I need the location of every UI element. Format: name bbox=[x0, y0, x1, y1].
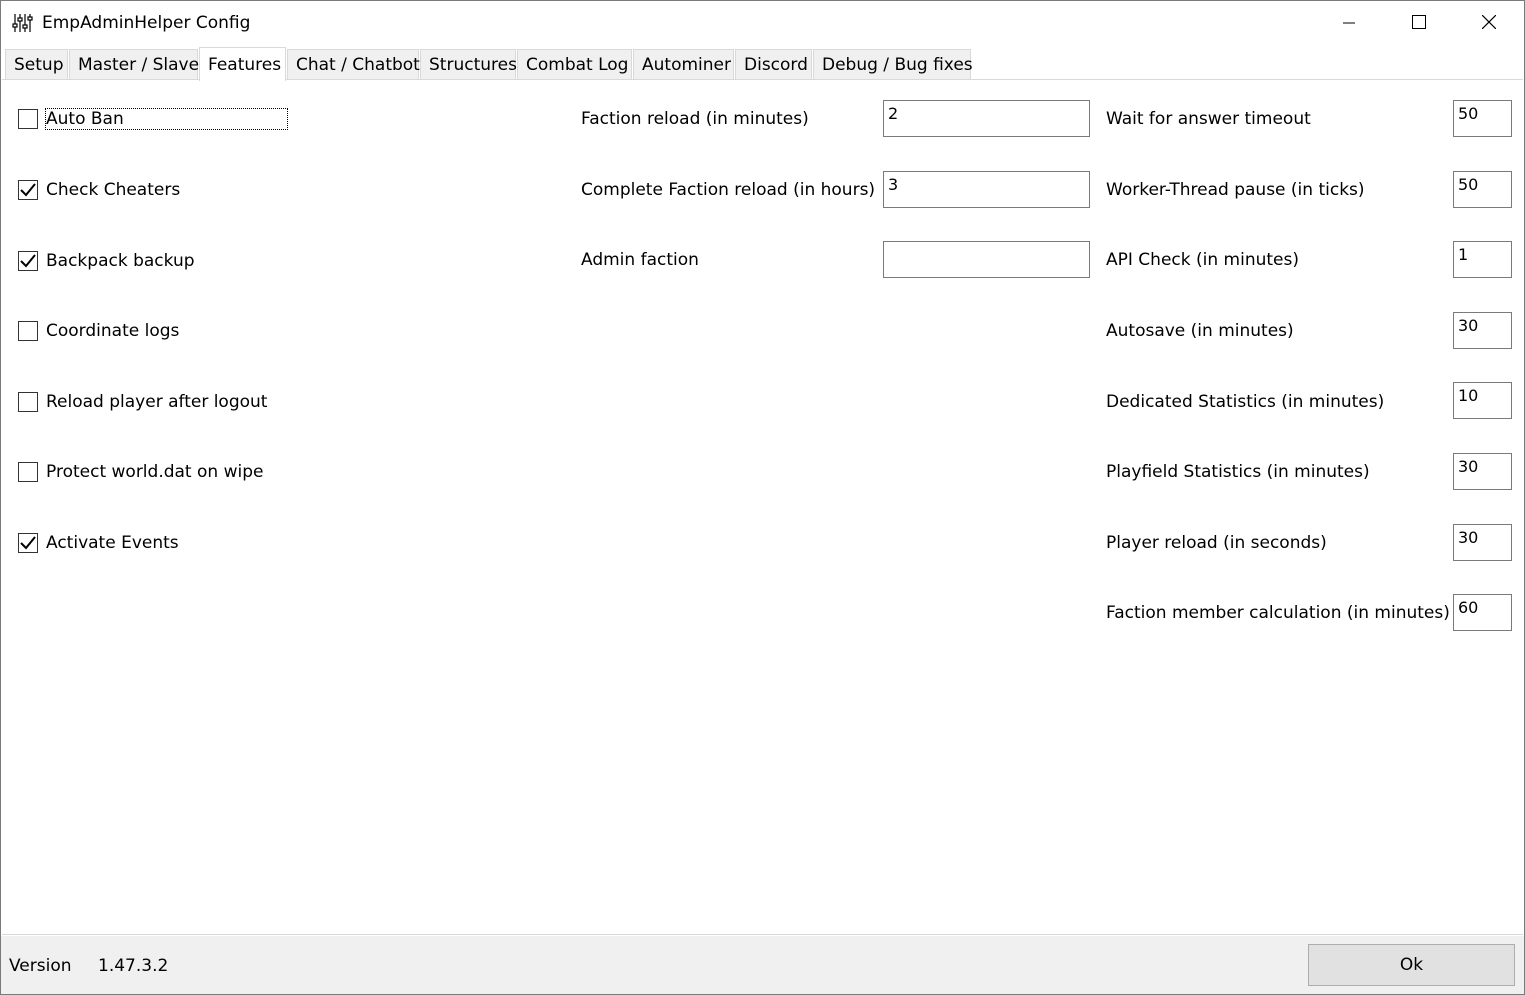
autosave-label: Autosave (in minutes) bbox=[1106, 321, 1294, 341]
title-bar: EmpAdminHelper Config bbox=[1, 1, 1524, 46]
footer-bar: Version 1.47.3.2 Ok bbox=[1, 936, 1524, 994]
dedicated-statistics-input[interactable]: 10 bbox=[1453, 382, 1512, 419]
tab-setup[interactable]: Setup bbox=[5, 49, 68, 80]
activate-events-label: Activate Events bbox=[46, 533, 179, 553]
faction-reload-input[interactable]: 2 bbox=[883, 100, 1090, 137]
checkbox-box[interactable] bbox=[18, 392, 38, 412]
check-cheaters-checkbox[interactable]: Check Cheaters bbox=[18, 178, 180, 202]
player-reload-input[interactable]: 30 bbox=[1453, 524, 1512, 561]
checkbox-box[interactable] bbox=[18, 251, 38, 271]
close-button[interactable] bbox=[1454, 1, 1524, 46]
tab-structures[interactable]: Structures bbox=[420, 49, 517, 80]
auto-ban-label: Auto Ban bbox=[45, 108, 288, 130]
autosave-input[interactable]: 30 bbox=[1453, 312, 1512, 349]
version-label: Version bbox=[9, 956, 72, 976]
wait-for-answer-timeout-input[interactable]: 50 bbox=[1453, 100, 1512, 137]
tab-debug-bug-fixes[interactable]: Debug / Bug fixes bbox=[813, 49, 973, 80]
config-window: EmpAdminHelper Config Setup Master / Sla… bbox=[0, 0, 1525, 995]
close-icon bbox=[1481, 14, 1497, 34]
player-reload-label: Player reload (in seconds) bbox=[1106, 533, 1327, 553]
checkmark-icon bbox=[20, 254, 36, 268]
window-title: EmpAdminHelper Config bbox=[42, 13, 251, 33]
checkbox-box[interactable] bbox=[18, 462, 38, 482]
checkbox-box[interactable] bbox=[18, 180, 38, 200]
faction-reload-label: Faction reload (in minutes) bbox=[581, 109, 809, 129]
backpack-backup-checkbox[interactable]: Backpack backup bbox=[18, 249, 195, 273]
check-cheaters-label: Check Cheaters bbox=[46, 180, 181, 200]
maximize-button[interactable] bbox=[1384, 1, 1454, 46]
playfield-statistics-label: Playfield Statistics (in minutes) bbox=[1106, 462, 1370, 482]
version-value: 1.47.3.2 bbox=[98, 956, 169, 976]
sliders-icon bbox=[12, 13, 36, 33]
admin-faction-label: Admin faction bbox=[581, 250, 699, 270]
activate-events-checkbox[interactable]: Activate Events bbox=[18, 531, 179, 555]
api-check-input[interactable]: 1 bbox=[1453, 241, 1512, 278]
minimize-button[interactable] bbox=[1314, 1, 1384, 46]
features-panel: Auto Ban Check Cheaters Backpack backup … bbox=[2, 79, 1523, 935]
checkmark-icon bbox=[20, 536, 36, 550]
faction-member-calculation-label: Faction member calculation (in minutes) bbox=[1106, 603, 1450, 623]
checkbox-box[interactable] bbox=[18, 321, 38, 341]
dedicated-statistics-label: Dedicated Statistics (in minutes) bbox=[1106, 392, 1385, 412]
tab-chat-chatbot[interactable]: Chat / Chatbot bbox=[287, 49, 420, 80]
minimize-icon bbox=[1343, 14, 1355, 34]
worker-thread-pause-label: Worker-Thread pause (in ticks) bbox=[1106, 180, 1365, 200]
complete-faction-reload-label: Complete Faction reload (in hours) bbox=[581, 180, 876, 200]
tab-combat-log[interactable]: Combat Log bbox=[517, 49, 632, 80]
tab-master-slave[interactable]: Master / Slave bbox=[69, 49, 199, 80]
maximize-icon bbox=[1412, 14, 1426, 34]
tab-autominer[interactable]: Autominer bbox=[633, 49, 734, 80]
coordinate-logs-checkbox[interactable]: Coordinate logs bbox=[18, 319, 179, 343]
checkbox-box[interactable] bbox=[18, 109, 38, 129]
complete-faction-reload-input[interactable]: 3 bbox=[883, 171, 1090, 208]
worker-thread-pause-input[interactable]: 50 bbox=[1453, 171, 1512, 208]
reload-player-after-logout-checkbox[interactable]: Reload player after logout bbox=[18, 390, 267, 414]
admin-faction-input[interactable] bbox=[883, 241, 1090, 278]
api-check-label: API Check (in minutes) bbox=[1106, 250, 1299, 270]
reload-player-after-logout-label: Reload player after logout bbox=[46, 392, 268, 412]
checkbox-box[interactable] bbox=[18, 533, 38, 553]
faction-member-calculation-input[interactable]: 60 bbox=[1453, 594, 1512, 631]
protect-world-dat-checkbox[interactable]: Protect world.dat on wipe bbox=[18, 460, 263, 484]
playfield-statistics-input[interactable]: 30 bbox=[1453, 453, 1512, 490]
wait-for-answer-timeout-label: Wait for answer timeout bbox=[1106, 109, 1311, 129]
backpack-backup-label: Backpack backup bbox=[46, 251, 195, 271]
tab-features[interactable]: Features bbox=[199, 47, 286, 81]
coordinate-logs-label: Coordinate logs bbox=[46, 321, 180, 341]
tab-strip: Setup Master / Slave Features Chat / Cha… bbox=[1, 47, 1524, 81]
protect-world-dat-label: Protect world.dat on wipe bbox=[46, 462, 264, 482]
ok-button[interactable]: Ok bbox=[1308, 944, 1515, 986]
checkmark-icon bbox=[20, 183, 36, 197]
auto-ban-checkbox[interactable]: Auto Ban bbox=[18, 107, 288, 131]
tab-discord[interactable]: Discord bbox=[735, 49, 812, 80]
